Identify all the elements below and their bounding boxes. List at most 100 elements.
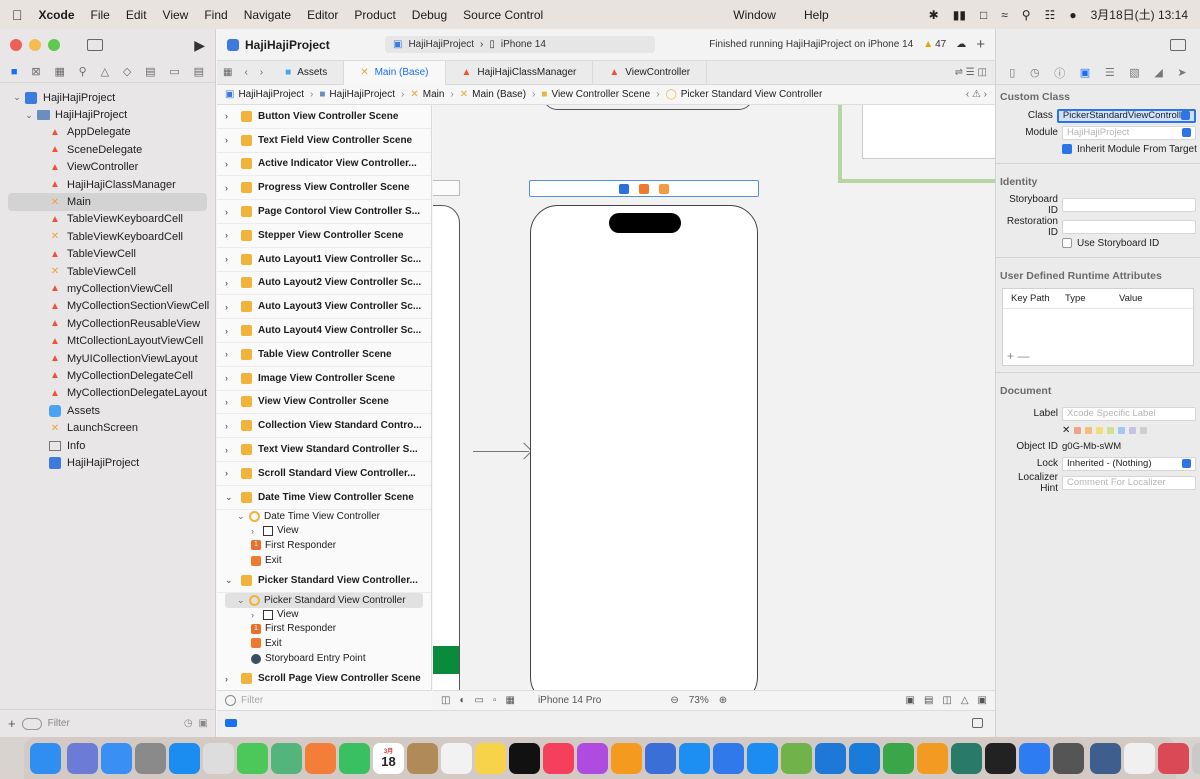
outline-datetime-first-responder[interactable]: 1 First Responder <box>217 538 431 552</box>
tab-hajihaji-class-manager[interactable]: ▲ HajiHajiClassManager <box>446 60 594 85</box>
dock-app-icon[interactable] <box>1019 742 1050 774</box>
outline-scene[interactable]: › Button View Controller Scene <box>217 105 431 129</box>
menu-edit[interactable]: Edit <box>126 8 147 22</box>
outline-scene[interactable]: › Auto Layout1 View Controller Sc... <box>217 248 431 272</box>
close-window-button[interactable] <box>10 39 22 51</box>
find-navigator-icon[interactable]: ⚲ <box>79 65 87 78</box>
menu-app-xcode[interactable]: Xcode <box>39 8 75 22</box>
cloud-icon[interactable]: ☁ <box>956 39 966 50</box>
zoom-level[interactable]: 73% <box>689 695 709 706</box>
view-controller-dock-icon[interactable] <box>619 183 629 194</box>
issue-navigation-icon[interactable]: ‹ ⚠ › <box>966 89 987 100</box>
forward-chevron-icon[interactable]: › <box>254 67 269 78</box>
picker-scene-device-frame[interactable] <box>530 205 758 690</box>
clear-label-x-icon[interactable]: ✕ <box>1062 425 1070 436</box>
embed-in-icon[interactable]: ▣ <box>978 695 987 706</box>
tab-main-base[interactable]: ✕ Main (Base) <box>344 60 446 85</box>
module-field[interactable]: HajiHajiProject <box>1062 125 1196 140</box>
disclosure-right-icon[interactable]: › <box>225 278 235 288</box>
navigator-item[interactable]: ▲ MyCollectionReusableView <box>0 315 215 332</box>
disclosure-down-icon[interactable]: ⌄ <box>237 595 247 606</box>
outline-picker-first-responder[interactable]: 1 First Responder <box>217 622 431 636</box>
entry-point-arrow-icon[interactable] <box>473 451 529 452</box>
issue-navigator-icon[interactable]: △ <box>101 65 109 78</box>
disclosure-right-icon[interactable]: › <box>251 610 261 620</box>
warning-count[interactable]: 47 <box>935 39 946 50</box>
outline-scene[interactable]: › Table View Controller Scene <box>217 343 431 367</box>
variations-icon[interactable]: ▦ <box>506 695 515 706</box>
scene-dock-bar[interactable] <box>529 180 759 197</box>
dock-app-icon[interactable] <box>577 742 608 774</box>
outline-scene[interactable]: › Active Indicator View Controller... <box>217 153 431 177</box>
disclosure-down-icon[interactable]: ⌄ <box>12 92 22 103</box>
disclosure-right-icon[interactable]: › <box>225 135 235 145</box>
zoom-out-icon[interactable]: ⊖ <box>670 695 678 706</box>
lock-popup[interactable]: Inherited - (Nothing) <box>1062 456 1196 471</box>
run-destination[interactable]: iPhone 14 <box>501 39 546 50</box>
disclosure-right-icon[interactable]: › <box>225 159 235 169</box>
file-inspector-icon[interactable]: ▯ <box>1009 66 1015 79</box>
outline-scene[interactable]: › Page Contorol View Controller S... <box>217 200 431 224</box>
minimize-window-button[interactable] <box>29 39 41 51</box>
menu-find[interactable]: Find <box>204 8 227 22</box>
test-navigator-icon[interactable]: ◇ <box>123 65 131 78</box>
breadcrumb-folder[interactable]: HajiHajiProject <box>329 89 395 100</box>
align-icon[interactable]: ▤ <box>924 695 933 706</box>
menu-debug[interactable]: Debug <box>412 8 447 22</box>
inherit-module-checkbox[interactable] <box>1062 144 1072 154</box>
disclosure-down-icon[interactable]: ⌄ <box>225 492 235 503</box>
dock-app-icon[interactable] <box>441 742 472 774</box>
dock-app-icon[interactable] <box>815 742 846 774</box>
class-field[interactable]: PickerStandardViewControll <box>1056 108 1196 123</box>
outline-scene[interactable]: › Text View Standard Controller S... <box>217 438 431 462</box>
outline-datetime-view[interactable]: › View <box>217 524 431 538</box>
disclosure-down-icon[interactable]: ⌄ <box>237 511 247 522</box>
disclosure-right-icon[interactable]: › <box>225 674 235 684</box>
disclosure-right-icon[interactable]: › <box>225 445 235 455</box>
navigator-item[interactable]: ▲ MtCollectionLayoutViewCell <box>0 332 215 349</box>
menu-view[interactable]: View <box>163 8 189 22</box>
scm-filter-icon[interactable]: ▣ <box>199 718 208 729</box>
help-inspector-icon[interactable]: ⓘ <box>1054 65 1065 81</box>
menu-window[interactable]: Window <box>733 8 776 22</box>
dock-app-icon[interactable] <box>849 742 880 774</box>
battery-icon[interactable]: ▮▮ <box>953 8 966 22</box>
spotlight-search-icon[interactable]: ⚲ <box>1022 8 1031 22</box>
navigator-item[interactable]: ▲ HajiHajiClassManager <box>0 176 215 193</box>
dock-app-icon[interactable] <box>645 742 676 774</box>
menu-navigate[interactable]: Navigate <box>244 8 291 22</box>
outline-datetime-controller[interactable]: ⌄ Date Time View Controller <box>217 510 431 524</box>
menu-help[interactable]: Help <box>804 8 829 22</box>
dock-app-icon[interactable] <box>679 742 710 774</box>
navigator-item[interactable]: ✕ Main <box>8 193 207 211</box>
navigator-item[interactable]: ▲ myCollectionViewCell <box>0 280 215 297</box>
disclosure-right-icon[interactable]: › <box>225 302 235 312</box>
zoom-in-icon[interactable]: ⊕ <box>719 695 727 706</box>
disclosure-right-icon[interactable]: › <box>225 254 235 264</box>
add-library-plus-icon[interactable]: + <box>976 36 985 53</box>
breadcrumb-main[interactable]: Main <box>423 89 445 100</box>
dock-app-icon[interactable] <box>237 742 268 774</box>
disclosure-right-icon[interactable]: › <box>225 183 235 193</box>
outline-scene[interactable]: › Image View Controller Scene <box>217 367 431 391</box>
udra-add-remove-icon[interactable]: + — <box>1007 349 1029 363</box>
storyboard-id-field[interactable] <box>1062 197 1196 212</box>
outline-datetime-exit[interactable]: Exit <box>217 552 431 569</box>
outline-scene-picker[interactable]: ⌄ Picker Standard View Controller... <box>217 569 431 594</box>
history-inspector-icon[interactable]: ◷ <box>1030 66 1040 79</box>
navigator-filter-input[interactable]: Filter <box>48 718 70 729</box>
disclosure-right-icon[interactable]: › <box>225 468 235 478</box>
outline-scene-scroll-page[interactable]: › Scroll Page View Controller Scene <box>217 667 431 690</box>
label-color-swatch[interactable] <box>1085 426 1093 434</box>
navigator-item[interactable]: ▲ SceneDelegate <box>0 141 215 158</box>
editor-options-icon[interactable]: ⇌ ☰ ◫ <box>947 67 995 78</box>
device-selector[interactable]: iPhone 14 Pro <box>538 695 601 706</box>
dock-app-icon[interactable] <box>1053 742 1084 774</box>
udra-col-key-path[interactable]: Key Path <box>1003 293 1057 304</box>
debug-navigator-icon[interactable]: ▤ <box>145 65 155 78</box>
dock-app-icon[interactable] <box>30 742 61 774</box>
dock-app-icon[interactable] <box>509 742 540 774</box>
tab-view-controller[interactable]: ▲ ViewController <box>593 60 708 85</box>
appearance-icon[interactable]: ◐ <box>459 695 465 706</box>
dock-app-icon[interactable] <box>339 742 370 774</box>
